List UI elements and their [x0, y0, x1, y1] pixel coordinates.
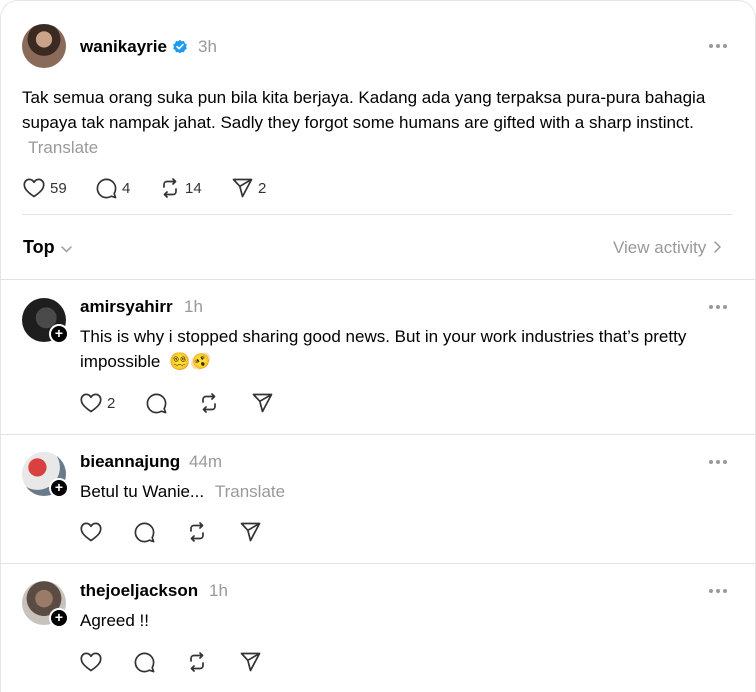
share-button[interactable]: [240, 522, 261, 542]
post-username[interactable]: wanikayrie: [80, 37, 167, 57]
like-count: 59: [50, 179, 67, 197]
comment-icon: [134, 522, 155, 543]
like-button[interactable]: [80, 522, 102, 542]
follow-plus-icon[interactable]: +: [49, 324, 69, 344]
view-activity-label: View activity: [613, 238, 707, 257]
view-activity-link[interactable]: View activity: [613, 238, 722, 258]
reply-button[interactable]: [134, 652, 155, 673]
repost-icon: [187, 652, 207, 672]
follow-plus-icon[interactable]: +: [49, 478, 69, 498]
like-button[interactable]: [80, 652, 102, 672]
repost-icon: [199, 393, 219, 413]
share-count: 2: [258, 179, 267, 197]
reply-text: Betul tu Wanie...: [80, 482, 205, 501]
like-button[interactable]: 2: [80, 393, 115, 413]
reply-time: 44m: [189, 452, 223, 471]
share-button[interactable]: [240, 652, 261, 672]
post-text-block: Tak semua orang suka pun bila kita berja…: [22, 85, 722, 160]
reply-text-block: This is why i stopped sharing good news.…: [80, 324, 740, 374]
heart-icon: [80, 522, 102, 542]
repost-count: 14: [185, 179, 202, 197]
chevron-right-icon: [714, 240, 722, 258]
repost-icon: [160, 178, 180, 198]
divider: [0, 563, 756, 564]
reply-username[interactable]: thejoeljackson: [80, 581, 198, 601]
verified-badge-icon: [172, 39, 188, 60]
reply-button[interactable]: [134, 522, 155, 543]
post-text: Tak semua orang suka pun bila kita berja…: [22, 88, 706, 132]
share-button[interactable]: 2: [232, 178, 266, 198]
follow-plus-icon[interactable]: +: [49, 608, 69, 628]
more-horizontal-icon[interactable]: [709, 588, 729, 594]
more-horizontal-icon[interactable]: [709, 459, 729, 465]
reply-time: 1h: [209, 581, 228, 600]
reply-text: Agreed !!: [80, 611, 149, 630]
like-count: 2: [107, 394, 116, 412]
send-icon: [240, 652, 261, 672]
author-avatar[interactable]: [22, 24, 66, 68]
heart-icon: [80, 393, 102, 413]
reply-count: 4: [122, 180, 131, 197]
reply-button[interactable]: 4: [96, 178, 130, 199]
reply-time: 1h: [184, 297, 203, 316]
repost-button[interactable]: [199, 393, 219, 413]
reply-emojis: 😵‍💫🫨: [169, 352, 212, 371]
sort-dropdown[interactable]: Top: [23, 237, 72, 258]
heart-icon: [80, 652, 102, 672]
post-time: 3h: [198, 37, 217, 56]
comment-icon: [134, 652, 155, 673]
divider: [22, 214, 732, 215]
comment-icon: [146, 393, 167, 414]
chevron-down-icon: [60, 240, 72, 258]
share-button[interactable]: [252, 393, 273, 413]
like-button[interactable]: 59: [23, 178, 67, 198]
reply-username[interactable]: bieannajung: [80, 452, 180, 472]
heart-icon: [23, 178, 45, 198]
send-icon: [252, 393, 273, 413]
more-horizontal-icon[interactable]: [709, 304, 729, 310]
repost-button[interactable]: 14: [160, 178, 202, 198]
reply-text-block: Betul tu Wanie... Translate: [80, 479, 740, 504]
repost-button[interactable]: [187, 652, 207, 672]
repost-button[interactable]: [187, 522, 207, 542]
send-icon: [232, 178, 253, 198]
divider: [0, 434, 756, 435]
post-translate-link[interactable]: Translate: [28, 138, 98, 157]
send-icon: [240, 522, 261, 542]
reply-translate-link[interactable]: Translate: [215, 482, 285, 501]
repost-icon: [187, 522, 207, 542]
sort-label: Top: [23, 237, 55, 257]
comment-icon: [96, 178, 117, 199]
more-horizontal-icon[interactable]: [709, 43, 729, 49]
reply-text-block: Agreed !!: [80, 608, 740, 633]
reply-username[interactable]: amirsyahirr: [80, 297, 173, 317]
reply-button[interactable]: [146, 393, 167, 414]
divider: [0, 279, 756, 280]
